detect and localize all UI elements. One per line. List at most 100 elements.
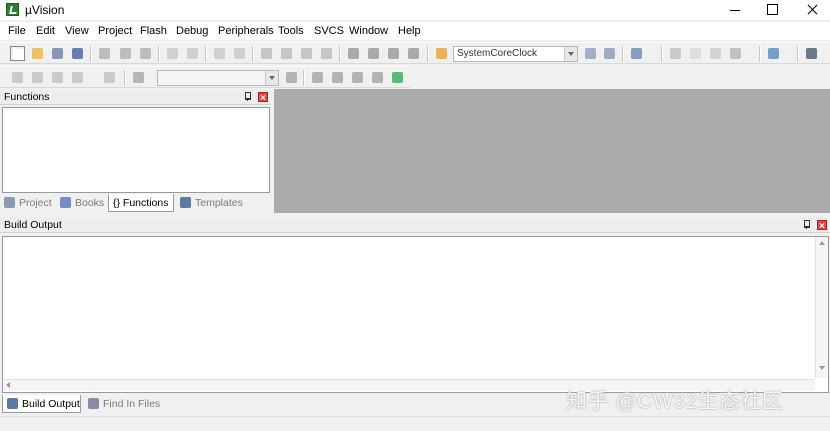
close-window-button[interactable] [794, 0, 830, 20]
new-file-icon[interactable] [10, 46, 25, 61]
vertical-scrollbar[interactable] [815, 237, 828, 378]
functions-panel-title: Functions [4, 91, 50, 103]
rebuild-icon[interactable] [50, 70, 65, 85]
tab-templates[interactable]: Templates [176, 194, 244, 212]
close-panel-button[interactable] [258, 92, 268, 102]
breakpoint-icon[interactable] [688, 46, 703, 61]
find-combo-value: SystemCoreClock [457, 48, 538, 59]
tab-build-output[interactable]: Build Output [2, 395, 81, 413]
minimize-button[interactable] [716, 0, 752, 20]
scroll-up-icon[interactable] [816, 241, 829, 249]
window-title: µVision [25, 3, 65, 17]
find-in-files-tab-icon [88, 398, 99, 409]
file-extensions-icon[interactable] [330, 70, 345, 85]
scroll-left-icon[interactable] [6, 382, 10, 388]
functions-list[interactable] [2, 107, 270, 193]
target-combo[interactable] [157, 70, 279, 86]
configure-icon[interactable] [804, 46, 819, 61]
manage-project-icon[interactable] [310, 70, 325, 85]
menu-help[interactable]: Help [398, 25, 421, 37]
title-bar: µVision [0, 0, 830, 20]
menu-project[interactable]: Project [98, 25, 132, 37]
run-time-environment-icon[interactable] [350, 70, 365, 85]
toolbar-separator [622, 46, 623, 62]
prev-bookmark-icon[interactable] [279, 46, 294, 61]
open-folder-icon[interactable] [30, 46, 45, 61]
menu-flash[interactable]: Flash [140, 25, 167, 37]
cut-icon[interactable] [97, 46, 112, 61]
incremental-find-icon[interactable] [602, 46, 617, 61]
templates-icon [180, 197, 191, 208]
undo-icon[interactable] [165, 46, 180, 61]
build-output-text[interactable] [2, 236, 829, 393]
tab-find-in-files[interactable]: Find In Files [84, 395, 160, 413]
functions-panel-tabs: Project Books {} Functions Templates [0, 194, 272, 213]
status-bar [0, 416, 830, 431]
build-toolbar [0, 66, 410, 88]
redo-icon[interactable] [185, 46, 200, 61]
next-bookmark-icon[interactable] [299, 46, 314, 61]
save-all-icon[interactable] [70, 46, 85, 61]
uncomment-icon[interactable] [406, 46, 421, 61]
target-options-icon[interactable] [284, 70, 299, 85]
translate-icon[interactable] [10, 70, 25, 85]
toolbar-separator [205, 46, 206, 62]
menu-svcs[interactable]: SVCS [314, 25, 344, 37]
toolbar-separator [303, 70, 304, 86]
paste-icon[interactable] [138, 46, 153, 61]
tab-books[interactable]: Books [56, 194, 107, 212]
scroll-down-icon[interactable] [816, 366, 829, 374]
menu-debug[interactable]: Debug [176, 25, 208, 37]
tab-project[interactable]: Project [0, 194, 54, 212]
maximize-button[interactable] [754, 0, 790, 20]
pack-installer-icon[interactable] [370, 70, 385, 85]
find-in-files-icon[interactable] [434, 46, 449, 61]
chevron-down-icon[interactable] [564, 47, 577, 61]
menu-edit[interactable]: Edit [36, 25, 55, 37]
debug-session-icon[interactable] [668, 46, 683, 61]
select-packs-icon[interactable] [390, 70, 405, 85]
download-icon[interactable] [131, 70, 146, 85]
functions-panel-header: Functions [0, 89, 271, 105]
comment-icon[interactable] [386, 46, 401, 61]
stop-build-icon[interactable] [102, 70, 117, 85]
clear-bookmarks-icon[interactable] [319, 46, 334, 61]
pin-icon[interactable] [243, 92, 252, 101]
menu-bar: File Edit View Project Flash Debug Perip… [0, 22, 830, 40]
toolbar-separator [252, 46, 253, 62]
tab-functions[interactable]: {} Functions [108, 194, 174, 212]
nav-forward-icon[interactable] [232, 46, 247, 61]
build-output-icon [7, 398, 18, 409]
kill-breakpoints-icon[interactable] [728, 46, 743, 61]
close-panel-button[interactable] [817, 220, 827, 230]
save-icon[interactable] [50, 46, 65, 61]
uvision-logo-icon [6, 3, 19, 16]
unindent-icon[interactable] [366, 46, 381, 61]
build-output-header: Build Output [0, 217, 830, 233]
project-icon [4, 197, 15, 208]
pin-icon[interactable] [802, 220, 811, 229]
menu-window[interactable]: Window [349, 25, 388, 37]
editor-area[interactable] [274, 89, 830, 213]
menu-file[interactable]: File [8, 25, 26, 37]
books-icon [60, 197, 71, 208]
zoom-icon[interactable] [629, 46, 644, 61]
toolbar-separator [158, 46, 159, 62]
toolbar-separator [90, 46, 91, 62]
build-icon[interactable] [30, 70, 45, 85]
chevron-down-icon[interactable] [265, 71, 278, 85]
find-combo[interactable]: SystemCoreClock [453, 46, 578, 62]
copy-icon[interactable] [118, 46, 133, 61]
menu-view[interactable]: View [65, 25, 89, 37]
window-layout-icon[interactable] [766, 46, 781, 61]
disable-breakpoint-icon[interactable] [708, 46, 723, 61]
indent-icon[interactable] [346, 46, 361, 61]
build-output-title: Build Output [4, 219, 62, 231]
menu-peripherals[interactable]: Peripherals [218, 25, 274, 37]
nav-back-icon[interactable] [212, 46, 227, 61]
bookmark-icon[interactable] [259, 46, 274, 61]
find-icon[interactable] [583, 46, 598, 61]
batch-build-icon[interactable] [70, 70, 85, 85]
uvision-window: µVision File Edit View Project Flash Deb… [0, 0, 830, 431]
menu-tools[interactable]: Tools [278, 25, 304, 37]
